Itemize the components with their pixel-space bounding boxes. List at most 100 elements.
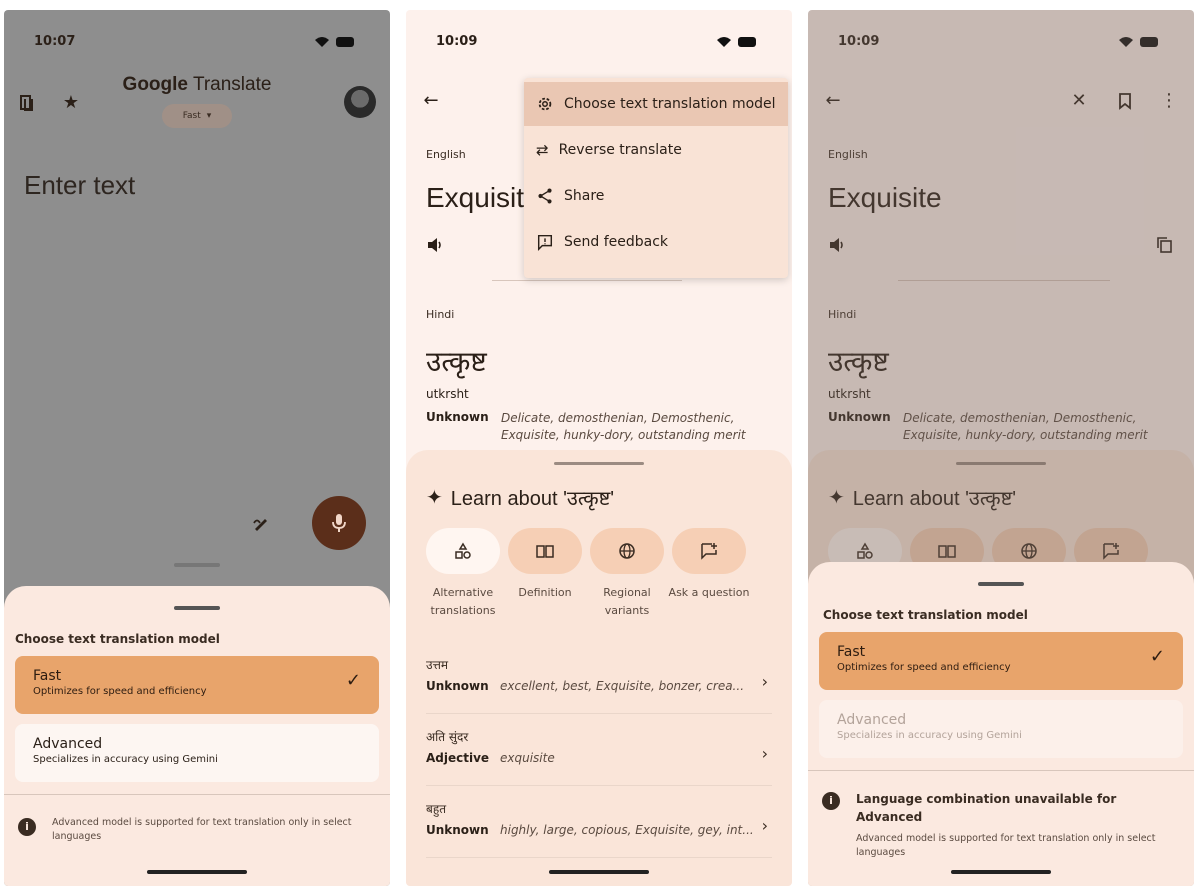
source-language: English [426,148,466,161]
chip-label: Regional variants [603,586,651,617]
alt-word: बहुत [426,802,447,816]
learn-title: ✦ Learn about 'उत्कृष्ट' [426,484,614,511]
mic-button[interactable] [312,496,366,550]
shapes-icon [455,542,471,559]
info-text: Advanced model is supported for text tra… [52,817,352,843]
alt-gloss: exquisite [500,751,555,765]
option-desc: Optimizes for speed and efficiency [33,686,207,697]
model-sheet: Choose text translation model Fast Optim… [808,562,1194,886]
info-icon: i [18,818,36,836]
phone-screen-word-menu: 10:09 ← English Exquisite Hindi उत्कृष्ट… [406,10,792,886]
divider [4,794,390,795]
target-language: Hindi [426,308,455,321]
alt-gloss: excellent, best, Exquisite, bonzer, crea… [500,679,745,693]
chip-definition[interactable] [508,528,582,574]
alt-gloss: highly, large, copious, Exquisite, gey, … [500,823,754,837]
mic-icon [332,514,346,532]
menu-label: Share [564,188,605,204]
model-option-fast[interactable]: Fast Optimizes for speed and efficiency … [15,656,379,714]
chevron-right-icon: › [761,744,768,763]
app-title: Google Translate [4,74,390,96]
option-title: Fast [33,668,62,684]
target-word: उत्कृष्ट [426,345,487,378]
status-time: 10:09 [436,34,478,49]
speaker-icon[interactable] [424,234,446,256]
chip-regional-variants[interactable] [590,528,664,574]
alt-word: अति सुंदर [426,730,469,744]
option-title: Advanced [33,736,103,752]
learn-sheet: ✦ Learn about 'उत्कृष्ट' Alternative tra… [406,450,792,886]
sheet-title: Choose text translation model [15,632,220,646]
option-desc: Optimizes for speed and efficiency [837,662,1011,673]
option-title: Advanced [837,712,907,728]
warning-note: i Language combination unavailable for A… [822,790,1180,861]
wifi-icon [315,37,329,47]
speed-selector[interactable]: Fast ▾ [162,104,232,128]
back-arrow-icon[interactable]: ← [420,90,442,112]
sheet-handle[interactable] [978,582,1024,586]
speed-label: Fast [182,111,201,121]
option-desc: Specializes in accuracy using Gemini [33,754,218,765]
model-option-advanced-disabled: Advanced Specializes in accuracy using G… [819,700,1183,758]
status-time: 10:07 [34,34,76,49]
alt-pos: Unknown [426,823,489,837]
phone-screen-word-sheet: 10:09 ← ✕ ⋮ English Exquisite Hindi उत्क… [808,10,1194,886]
info-note: i Advanced model is supported for text t… [18,816,376,845]
phone-screen-home: 10:07 ★ Google Translate Fast ▾ Enter te… [4,10,390,886]
swap-icon: ⇄ [536,141,549,159]
alt-word: उत्तम [426,658,449,672]
synonyms: Delicate, demosthenian, Demosthenic, Exq… [501,411,746,443]
sparkle-icon: ✦ [426,487,443,509]
part-of-speech: Unknown [426,410,489,424]
chip-label: Alternative translations [430,586,496,617]
menu-item-reverse-translate[interactable]: ⇄ Reverse translate [524,128,788,172]
globe-icon [619,543,635,559]
chip-label: Definition [518,586,572,599]
menu-label: Choose text translation model [564,96,776,112]
drag-handle[interactable] [174,563,220,567]
model-sheet: Choose text translation model Fast Optim… [4,586,390,886]
divider [808,770,1194,771]
avatar[interactable] [344,86,376,118]
learn-title-text: Learn about 'उत्कृष्ट' [450,488,615,510]
model-option-fast[interactable]: Fast Optimizes for speed and efficiency … [819,632,1183,690]
share-icon [538,188,552,204]
info-icon: i [822,792,840,810]
warning-title: Language combination unavailable for Adv… [856,792,1117,824]
option-desc: Specializes in accuracy using Gemini [837,730,1022,741]
transliteration: utkrsht [426,387,469,401]
chip-alternative-translations[interactable] [426,528,500,574]
overflow-menu: Choose text translation model ⇄ Reverse … [524,78,788,278]
settings-icon [538,97,552,111]
wifi-icon [717,37,731,47]
handwriting-icon[interactable] [250,512,272,534]
status-bar: 10:07 [4,34,390,54]
sheet-handle[interactable] [554,462,644,465]
option-title: Fast [837,644,866,660]
menu-item-share[interactable]: Share [524,174,788,218]
text-input[interactable]: Enter text [24,170,135,201]
chip-label: Ask a question [668,586,750,599]
status-bar: 10:09 [406,34,792,54]
list-item[interactable]: अति सुंदर Adjective exquisite › [426,724,772,786]
list-item[interactable]: उत्तम Unknown excellent, best, Exquisite,… [426,652,772,714]
menu-item-send-feedback[interactable]: Send feedback [524,220,788,264]
chip-ask-question[interactable] [672,528,746,574]
list-item[interactable]: बहुत Unknown highly, large, copious, Exqu… [426,796,772,858]
battery-icon [336,37,354,47]
sheet-title: Choose text translation model [823,608,1028,622]
menu-item-choose-model[interactable]: Choose text translation model [524,82,788,126]
book-icon [536,545,554,558]
alt-pos: Adjective [426,751,490,765]
sheet-handle[interactable] [174,606,220,610]
brand-google: Google [122,74,188,95]
chevron-right-icon: › [761,672,768,691]
model-option-advanced[interactable]: Advanced Specializes in accuracy using G… [15,724,379,782]
nav-bar [951,870,1051,874]
check-icon: ✓ [345,670,361,691]
check-icon: ✓ [1149,646,1165,667]
feedback-icon [537,234,553,251]
menu-label: Reverse translate [558,142,682,158]
brand-translate: Translate [192,74,272,95]
caret-down-icon: ▾ [206,111,212,121]
